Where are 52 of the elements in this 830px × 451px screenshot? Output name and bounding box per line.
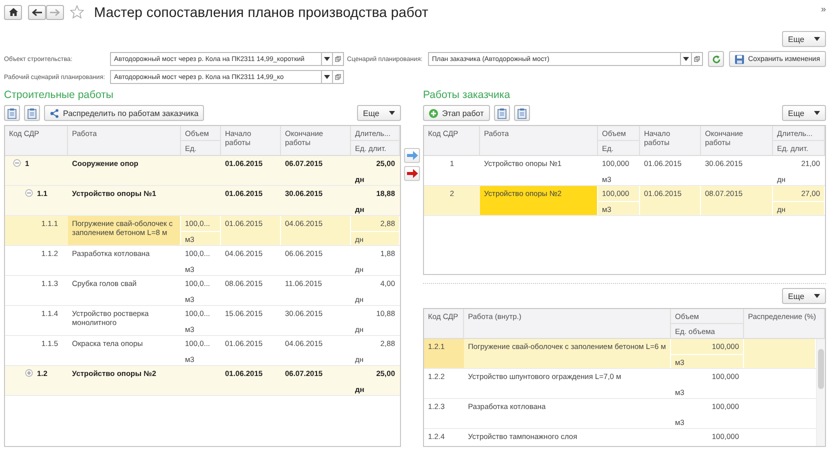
collapse-icon[interactable] xyxy=(13,159,21,167)
scrollbar[interactable] xyxy=(816,339,825,446)
more-button[interactable]: Еще xyxy=(782,105,826,121)
clipboard-icon xyxy=(516,108,527,118)
dropdown-button[interactable] xyxy=(322,70,333,84)
move-right-button[interactable] xyxy=(404,148,420,163)
collapse-icon[interactable] xyxy=(25,189,33,197)
paste-button[interactable] xyxy=(494,105,510,121)
home-icon xyxy=(8,8,18,16)
share-icon xyxy=(50,108,59,118)
forward-arrow-icon xyxy=(50,8,60,16)
caret-icon xyxy=(683,57,690,61)
plus-icon xyxy=(429,108,438,118)
open-icon xyxy=(694,56,700,62)
expand-icon[interactable] xyxy=(25,369,33,377)
section-title: Строительные работы xyxy=(4,88,114,102)
open-button[interactable] xyxy=(333,70,344,84)
home-button[interactable] xyxy=(4,4,22,20)
clipboard-icon xyxy=(7,108,17,118)
clipboard-icon xyxy=(27,108,37,118)
open-button[interactable] xyxy=(692,52,704,66)
panel-toggle[interactable]: » xyxy=(820,4,826,14)
add-stage-button[interactable]: Этап работ xyxy=(423,105,490,121)
paste-button[interactable] xyxy=(24,105,40,121)
caret-icon xyxy=(814,37,820,41)
back-arrow-icon xyxy=(32,8,42,16)
more-button[interactable]: Еще xyxy=(357,105,401,121)
caret-icon xyxy=(324,57,330,61)
section-title: Работы заказчика xyxy=(423,88,512,102)
paste-button[interactable] xyxy=(514,105,530,121)
clipboard-icon xyxy=(496,108,507,118)
caret-icon xyxy=(814,294,820,298)
more-button[interactable]: Еще xyxy=(782,288,826,304)
window-title: Мастер сопоставления планов производства работ xyxy=(94,4,428,20)
paste-button[interactable] xyxy=(4,105,20,121)
caret-icon xyxy=(389,111,395,115)
arrow-icon xyxy=(406,151,418,160)
refresh-icon xyxy=(712,54,721,64)
arrow-icon xyxy=(406,169,418,178)
open-icon xyxy=(335,74,341,80)
dropdown-button[interactable] xyxy=(322,52,333,66)
back-button[interactable] xyxy=(28,4,46,20)
open-button[interactable] xyxy=(333,52,344,66)
more-button[interactable]: Еще xyxy=(782,31,826,47)
caret-icon xyxy=(324,75,330,79)
open-icon xyxy=(335,56,341,62)
caret-icon xyxy=(814,111,820,115)
distribute-button[interactable]: Распределить по работам заказчика xyxy=(44,105,204,121)
refresh-button[interactable] xyxy=(708,51,724,67)
dropdown-button[interactable] xyxy=(681,52,692,66)
star-icon[interactable] xyxy=(70,5,84,19)
move-right-button[interactable] xyxy=(404,166,420,181)
